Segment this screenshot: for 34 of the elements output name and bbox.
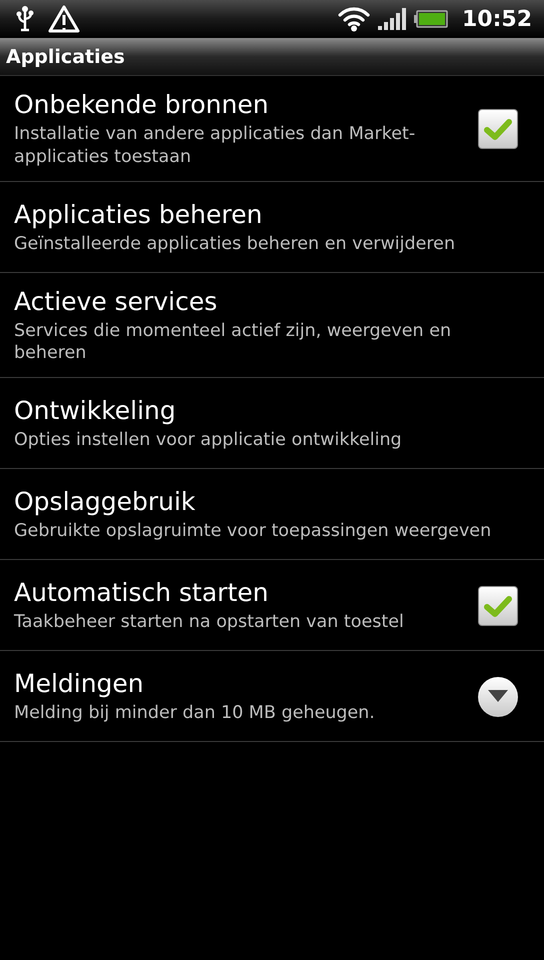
dropdown-button[interactable] [478, 677, 518, 717]
settings-item[interactable]: Automatisch starten Taakbeheer starten na opstarten van toestel [0, 560, 544, 651]
settings-item[interactable]: Onbekende bronnen Installatie van andere applicaties dan Market-applicaties toestaan [0, 76, 544, 182]
setting-summary: Geïnstalleerde applicaties beheren en verwijderen [14, 232, 456, 256]
setting-title: Opslaggebruik [14, 487, 196, 518]
setting-title: Actieve services [14, 286, 218, 316]
wifi-icon [338, 6, 370, 32]
setting-title: Meldingen [14, 669, 145, 700]
settings-item[interactable]: Actieve services Services die momenteel actief zijn, weergeven en beheren [0, 272, 544, 378]
usb-icon [16, 5, 36, 33]
check-icon [483, 594, 513, 618]
setting-title: Applicaties beheren [14, 200, 264, 230]
battery-icon [414, 10, 448, 28]
check-icon [483, 117, 513, 142]
settings-item[interactable]: Meldingen Melding bij minder dan 10 MB geheugen. [0, 651, 544, 742]
caret-icon [488, 690, 508, 704]
signal-icon [378, 8, 406, 30]
checkbox[interactable] [478, 586, 518, 626]
setting-summary: Taakbeheer starten na opstarten van toestel [14, 611, 405, 634]
settings-item[interactable]: Opslaggebruik Gebruikte opslagruimte voor toepassingen weergeven [0, 469, 544, 560]
warning-icon [48, 4, 80, 34]
setting-summary: Melding bij minder dan 10 MB geheugen. [14, 702, 376, 725]
screen-title: Applicaties [6, 46, 125, 68]
checkbox[interactable] [478, 109, 518, 150]
setting-summary: Installatie van andere applicaties dan Market-applicaties toestaan [14, 123, 416, 168]
clock-time: 10:52 [462, 6, 532, 32]
settings-item[interactable]: Applicaties beheren Geïnstalleerde applicaties beheren en verwijderen [0, 182, 544, 272]
setting-summary: Gebruikte opslagruimte voor toepassingen weergeven [14, 520, 492, 543]
setting-summary: Opties instellen voor applicatie ontwikkeling [14, 429, 403, 452]
setting-title: Automatisch starten [14, 578, 270, 608]
setting-title: Ontwikkeling [14, 396, 177, 426]
setting-title: Onbekende bronnen [14, 90, 270, 120]
setting-summary: Services die momenteel actief zijn, weergeven en beheren [14, 320, 452, 365]
settings-item[interactable]: Ontwikkeling Opties instellen voor applicatie ontwikkeling [0, 378, 544, 469]
